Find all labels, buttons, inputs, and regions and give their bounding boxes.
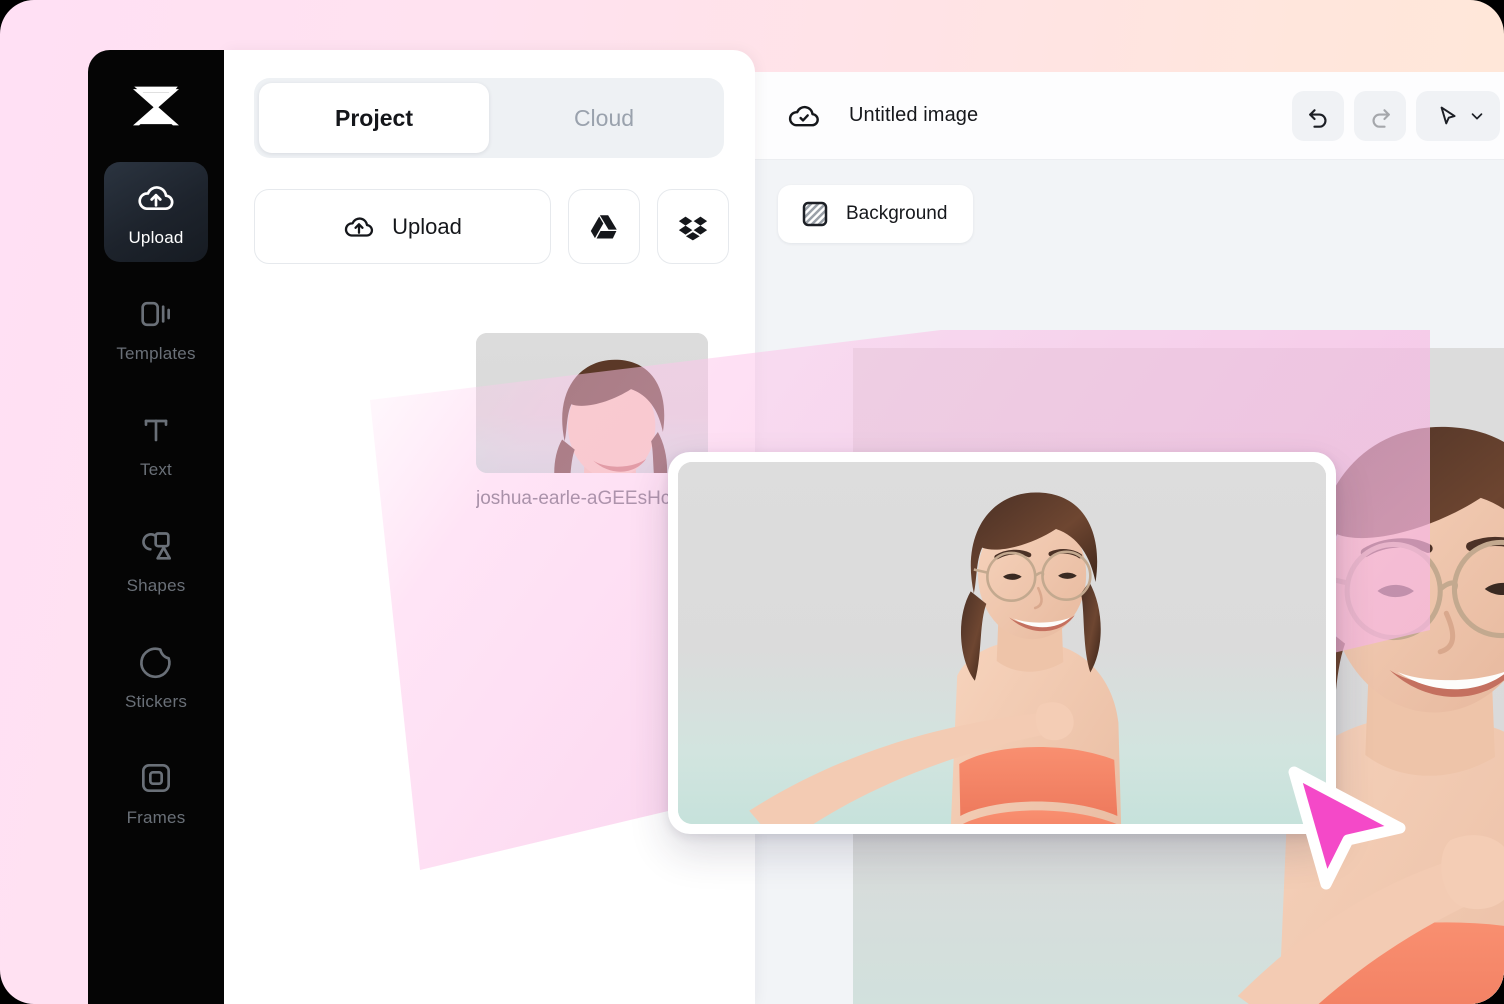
chevron-down-icon	[1468, 107, 1486, 125]
sidebar-item-stickers[interactable]: Stickers	[104, 626, 208, 726]
sidebar-item-label: Shapes	[126, 576, 186, 595]
panel-tabs: Project Cloud	[254, 78, 724, 158]
sidebar-item-label: Stickers	[124, 692, 188, 711]
asset-thumbnail-image	[476, 333, 708, 473]
drag-preview-card[interactable]	[668, 452, 1336, 834]
cloud-upload-icon	[136, 178, 176, 218]
undo-button[interactable]	[1292, 91, 1344, 141]
dropbox-button[interactable]	[657, 189, 729, 264]
sidebar-item-frames[interactable]: Frames	[104, 742, 208, 842]
cursor-arrow-icon	[1434, 103, 1460, 129]
upload-actions-row: Upload	[254, 189, 729, 264]
tab-cloud[interactable]: Cloud	[489, 83, 719, 153]
document-title[interactable]: Untitled image	[849, 104, 978, 127]
select-tool-button[interactable]	[1416, 91, 1500, 141]
sidebar-item-text[interactable]: Text	[104, 394, 208, 494]
drag-preview-image	[678, 462, 1326, 824]
shapes-icon	[136, 526, 176, 566]
cloud-check-icon	[787, 99, 821, 133]
app-window: Untitled image Background Project Cloud …	[0, 0, 1504, 1004]
frames-icon	[136, 758, 176, 798]
text-t-icon	[136, 410, 176, 450]
sidebar-item-label: Text	[140, 460, 172, 479]
dropbox-icon	[677, 211, 709, 243]
sidebar-item-label: Frames	[126, 808, 186, 827]
editor-topbar: Untitled image	[755, 72, 1504, 160]
sidebar-item-templates[interactable]: Templates	[104, 278, 208, 378]
cloud-upload-icon	[343, 211, 375, 243]
templates-icon	[136, 294, 176, 334]
sidebar-item-label: Templates	[116, 344, 196, 363]
asset-thumbnail[interactable]	[476, 333, 708, 473]
google-drive-icon	[588, 211, 620, 243]
sidebar-item-label: Upload	[128, 228, 184, 247]
sticker-icon	[136, 642, 176, 682]
editor-topbar-actions	[1292, 72, 1504, 160]
pointer-arrow-icon	[1288, 766, 1406, 890]
google-drive-button[interactable]	[568, 189, 640, 264]
tab-project[interactable]: Project	[259, 83, 489, 153]
background-button-label: Background	[846, 203, 948, 224]
upload-button[interactable]: Upload	[254, 189, 551, 264]
background-button[interactable]: Background	[778, 185, 974, 243]
checker-square-icon	[800, 199, 830, 229]
sidebar-item-shapes[interactable]: Shapes	[104, 510, 208, 610]
upload-button-label: Upload	[392, 213, 462, 239]
redo-button[interactable]	[1354, 91, 1406, 141]
capcut-logo-icon[interactable]	[88, 50, 224, 162]
sidebar-item-upload[interactable]: Upload	[104, 162, 208, 262]
editor-toolbar: Background	[755, 160, 1504, 264]
tool-rail: Upload Templates Text Shapes Stickers Fr…	[88, 50, 224, 1004]
